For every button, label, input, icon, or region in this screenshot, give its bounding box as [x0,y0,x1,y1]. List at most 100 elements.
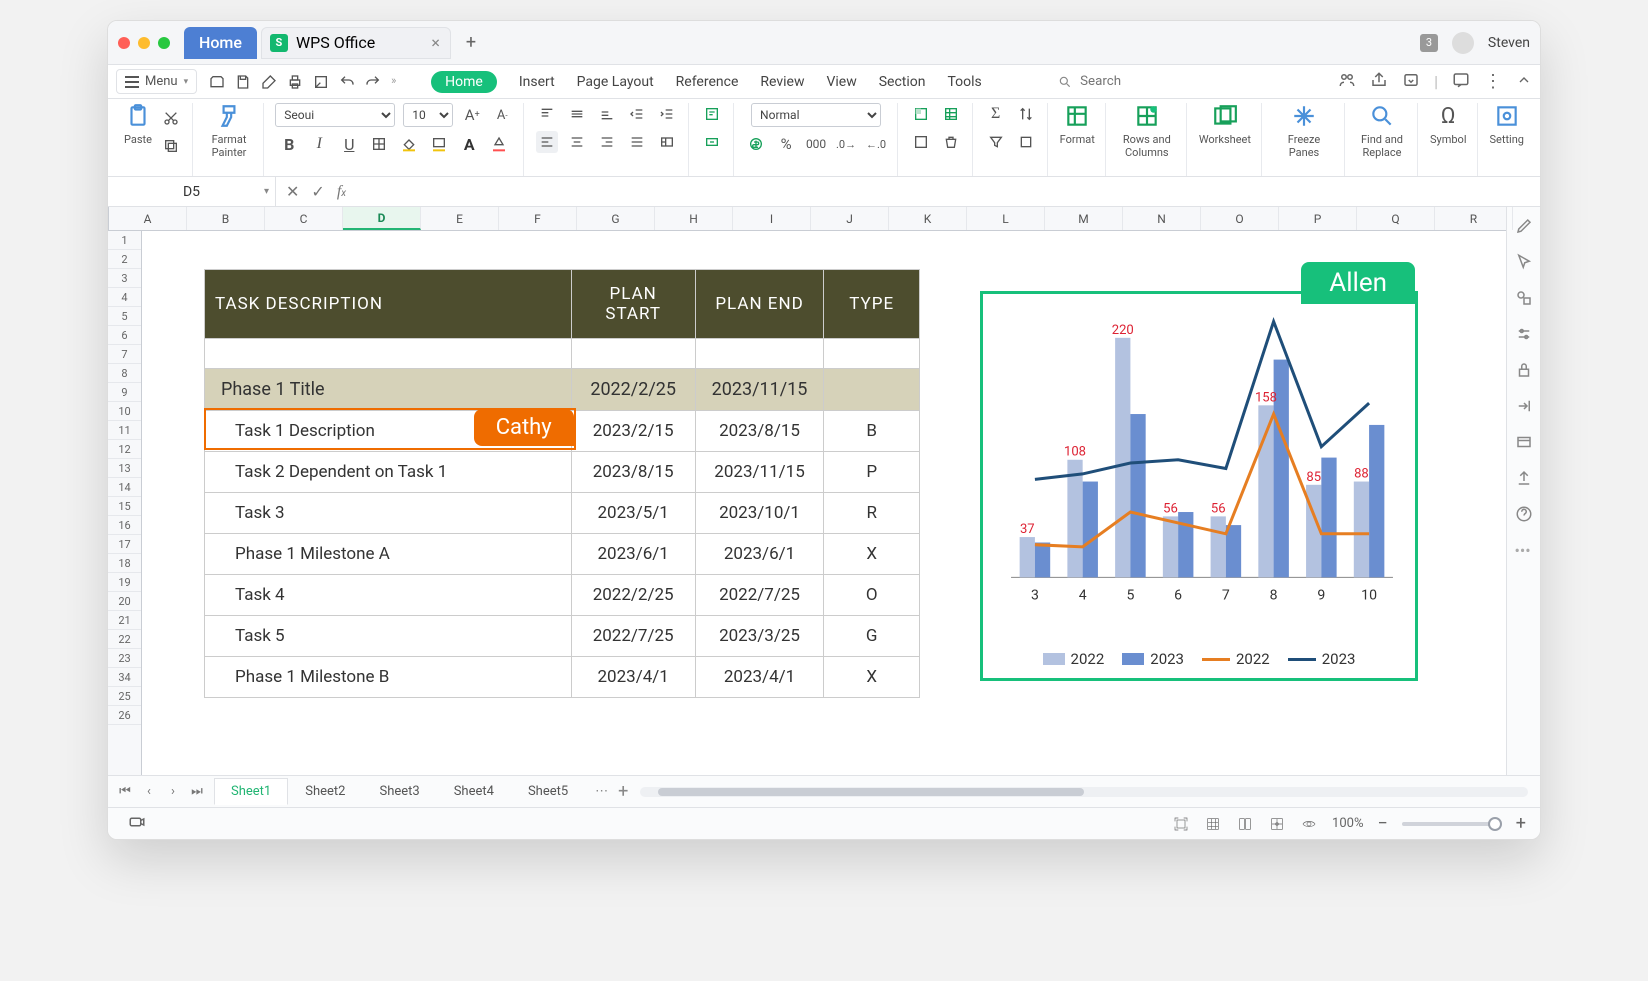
column-header[interactable]: G [577,207,655,230]
cell[interactable]: 2023/6/1 [571,534,695,575]
cell[interactable]: 2023/3/25 [695,616,824,657]
row-header[interactable]: 18 [108,554,141,573]
column-header[interactable]: I [733,207,811,230]
reading-view-icon[interactable] [1300,815,1318,833]
format-button[interactable]: Format [1060,103,1095,146]
close-tab-icon[interactable]: × [431,33,440,52]
column-header[interactable]: C [265,207,343,230]
first-sheet-icon[interactable]: ⏮ [116,784,134,799]
cell[interactable]: Phase 1 Title [205,369,572,411]
column-header[interactable]: R [1435,207,1513,230]
sheet-tab[interactable]: Sheet5 [511,778,585,805]
rows-cols-button[interactable]: Rows and Columns [1118,103,1176,159]
cell[interactable]: P [824,452,920,493]
search-box[interactable] [1058,73,1318,90]
justify-icon[interactable] [626,131,648,153]
align-center-icon[interactable] [566,131,588,153]
cell[interactable]: 2023/8/15 [571,452,695,493]
home-hub-tab[interactable]: Home [184,27,257,59]
close-window-icon[interactable] [118,37,130,49]
panel-icon[interactable] [1515,433,1533,451]
cell[interactable]: 2022/7/25 [571,616,695,657]
row-header[interactable]: 9 [108,383,141,402]
row-header[interactable]: 6 [108,326,141,345]
row-header[interactable]: 34 [108,668,141,687]
zoom-slider[interactable] [1402,822,1502,826]
find-replace-button[interactable]: Find and Replace [1357,103,1407,159]
cursor-icon[interactable] [1515,253,1533,271]
column-header[interactable]: A [109,207,187,230]
decrease-font-icon[interactable]: A- [491,104,513,126]
filter-icon[interactable] [985,131,1007,153]
minimize-window-icon[interactable] [138,37,150,49]
ribbon-tab-view[interactable]: View [826,74,856,90]
chevron-down-icon[interactable]: ▾ [264,186,269,197]
merge-cells-icon[interactable] [701,131,723,153]
autosum-icon[interactable]: Σ [985,103,1007,125]
cell[interactable]: B [824,411,920,452]
pencil-icon[interactable] [1515,217,1533,235]
cell[interactable]: Task 5 [205,616,572,657]
align-bottom-icon[interactable] [596,103,618,125]
page-break-view-icon[interactable] [1268,815,1286,833]
conditional-format-icon[interactable] [910,131,932,153]
cell[interactable]: 2022/7/25 [695,575,824,616]
font-color-icon[interactable]: A [458,133,480,155]
ribbon-tab-insert[interactable]: Insert [519,74,555,90]
cell-color-icon[interactable] [428,133,450,155]
row-header[interactable]: 22 [108,630,141,649]
share-users-icon[interactable] [1338,71,1356,93]
ribbon-tab-tools[interactable]: Tools [948,74,982,90]
fill-color-icon[interactable] [398,133,420,155]
column-header[interactable]: Q [1357,207,1435,230]
page-layout-view-icon[interactable] [1236,815,1254,833]
cell[interactable]: 2022/2/25 [571,575,695,616]
row-header[interactable]: 20 [108,592,141,611]
column-header[interactable]: B [187,207,265,230]
cell[interactable]: 2023/4/1 [571,657,695,698]
column-header[interactable]: J [811,207,889,230]
cell[interactable]: 2023/10/1 [695,493,824,534]
currency-icon[interactable] [745,133,767,155]
prev-sheet-icon[interactable]: ‹ [140,784,158,799]
comma-icon[interactable]: 000 [805,133,827,155]
sheet-list-icon[interactable]: ⋯ [595,784,608,799]
open-icon[interactable] [209,74,225,90]
cell[interactable]: 2023/5/1 [571,493,695,534]
underline-icon[interactable]: U [338,133,360,155]
align-top-icon[interactable] [536,103,558,125]
confirm-input-icon[interactable]: ✓ [311,182,324,201]
copy-icon[interactable] [160,135,182,157]
row-header[interactable]: 19 [108,573,141,592]
cell[interactable]: 2022/2/25 [571,369,695,411]
shapes-icon[interactable] [1515,289,1533,307]
save-cloud-icon[interactable] [1402,71,1420,93]
cell[interactable]: 2023/11/15 [695,369,824,411]
cell[interactable]: Task 2 Dependent on Task 1 [205,452,572,493]
fill-icon[interactable] [1015,131,1037,153]
bold-icon[interactable]: B [278,133,300,155]
zoom-value[interactable]: 100% [1332,816,1363,831]
row-header[interactable]: 10 [108,402,141,421]
feedback-icon[interactable] [1452,71,1470,93]
row-header[interactable]: 2 [108,250,141,269]
cell[interactable]: X [824,534,920,575]
column-header[interactable]: F [499,207,577,230]
row-header[interactable]: 17 [108,535,141,554]
sort-icon[interactable] [1015,103,1037,125]
more-icon[interactable]: ⋮ [1484,71,1502,92]
align-right-icon[interactable] [596,131,618,153]
ribbon-tab-home[interactable]: Home [431,71,497,93]
undo-icon[interactable] [339,74,355,90]
zoom-in-icon[interactable]: + [1516,813,1526,834]
cell[interactable]: Phase 1 Milestone B [205,657,572,698]
row-header[interactable]: 5 [108,307,141,326]
decrease-indent-icon[interactable] [626,103,648,125]
last-sheet-icon[interactable]: ⏭ [188,784,206,799]
sheet-tab[interactable]: Sheet2 [288,778,362,805]
column-header[interactable]: P [1279,207,1357,230]
sheet-tab[interactable]: Sheet4 [437,778,511,805]
worksheet-button[interactable]: Worksheet [1199,103,1251,146]
cell-reference-input[interactable] [142,183,242,201]
merge-icon[interactable] [656,131,678,153]
